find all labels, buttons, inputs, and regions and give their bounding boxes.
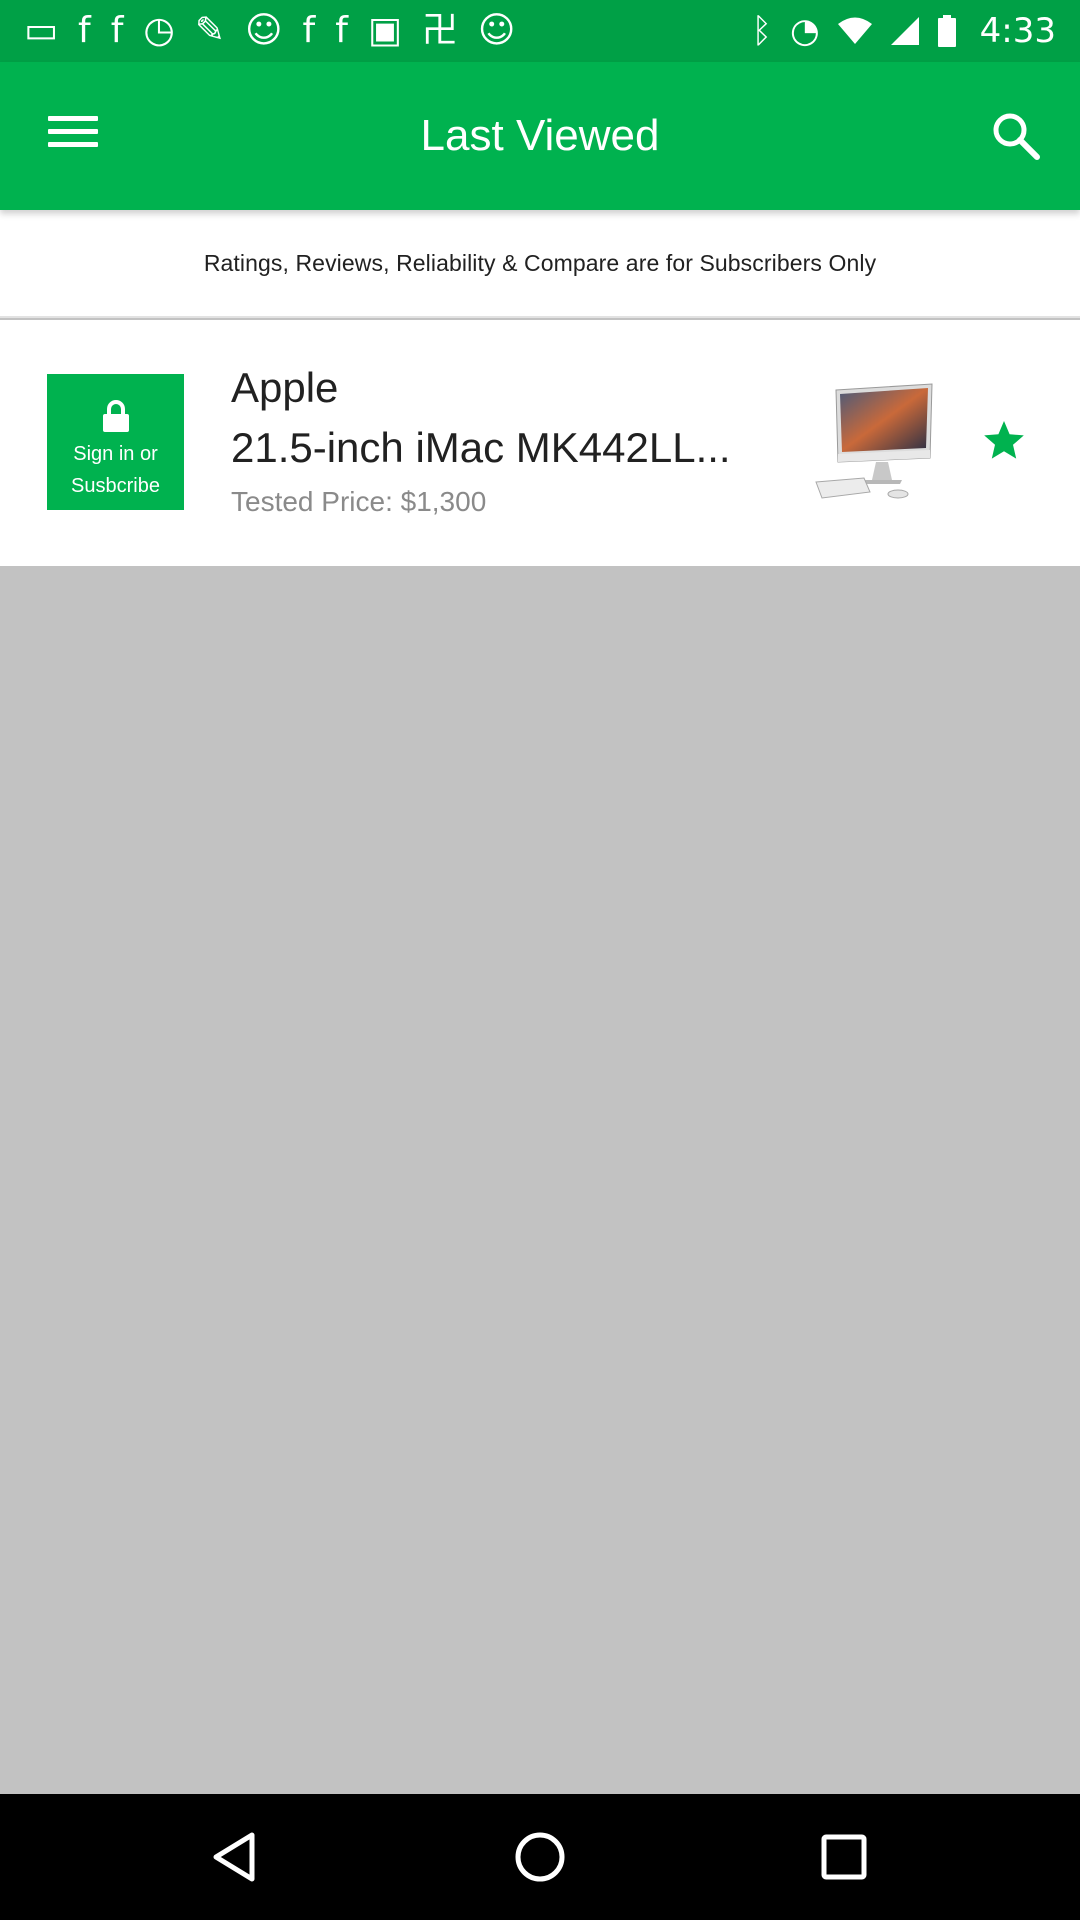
subscriber-banner-text: Ratings, Reviews, Reliability & Compare … bbox=[203, 249, 877, 276]
favorite-star-icon[interactable] bbox=[982, 418, 1026, 462]
chat-icon: ▭ bbox=[24, 10, 59, 51]
wrench-icon: ✎ bbox=[194, 10, 225, 51]
product-price: Tested Price: $1,300 bbox=[231, 486, 487, 517]
status-time: 4:33 bbox=[979, 11, 1056, 51]
signal-icon bbox=[890, 17, 919, 45]
wifi-icon bbox=[837, 17, 872, 44]
qt-icon: ▣ bbox=[367, 10, 402, 51]
recents-icon[interactable] bbox=[814, 1827, 874, 1887]
home-icon[interactable] bbox=[510, 1827, 570, 1887]
facebook-icon: f bbox=[110, 10, 124, 51]
chinese-char-icon: 卍 bbox=[421, 10, 458, 51]
lock-icon bbox=[103, 400, 129, 432]
search-icon[interactable] bbox=[988, 108, 1044, 164]
smiley-icon: ☺ bbox=[244, 10, 283, 51]
page-title: Last Viewed bbox=[420, 111, 660, 160]
navigation-bar bbox=[0, 1794, 1080, 1920]
facebook-icon: f bbox=[302, 10, 316, 51]
notification-icons: ▭ f f ◷ ✎ ☺ f f ▣ 卍 ☺ bbox=[24, 13, 752, 49]
alarm-icon: ◔ bbox=[789, 11, 820, 51]
back-icon[interactable] bbox=[206, 1827, 266, 1887]
product-model: 21.5-inch iMac MK442LL... bbox=[231, 424, 731, 471]
product-row[interactable]: Sign in or Susbcribe Apple 21.5-inch iMa… bbox=[0, 320, 1080, 566]
battery-icon bbox=[937, 15, 956, 47]
facebook-icon: f bbox=[335, 10, 348, 51]
smiley-icon: ☺ bbox=[477, 10, 516, 51]
product-image bbox=[815, 383, 933, 499]
menu-icon[interactable] bbox=[48, 112, 98, 152]
system-icons: ᛒ ◔ 4:33 bbox=[752, 11, 1056, 51]
sign-in-subscribe-label: Sign in or Susbcribe bbox=[71, 443, 160, 497]
product-brand: Apple bbox=[231, 364, 339, 411]
subscriber-banner: Ratings, Reviews, Reliability & Compare … bbox=[0, 210, 1080, 318]
app-bar: Last Viewed bbox=[0, 62, 1080, 210]
facebook-icon: f bbox=[78, 10, 91, 51]
stopwatch-icon: ◷ bbox=[143, 10, 175, 51]
bluetooth-icon: ᛒ bbox=[751, 11, 772, 51]
status-bar: ▭ f f ◷ ✎ ☺ f f ▣ 卍 ☺ ᛒ ◔ 4:33 bbox=[0, 0, 1080, 62]
sign-in-subscribe-button[interactable]: Sign in or Susbcribe bbox=[47, 374, 184, 510]
